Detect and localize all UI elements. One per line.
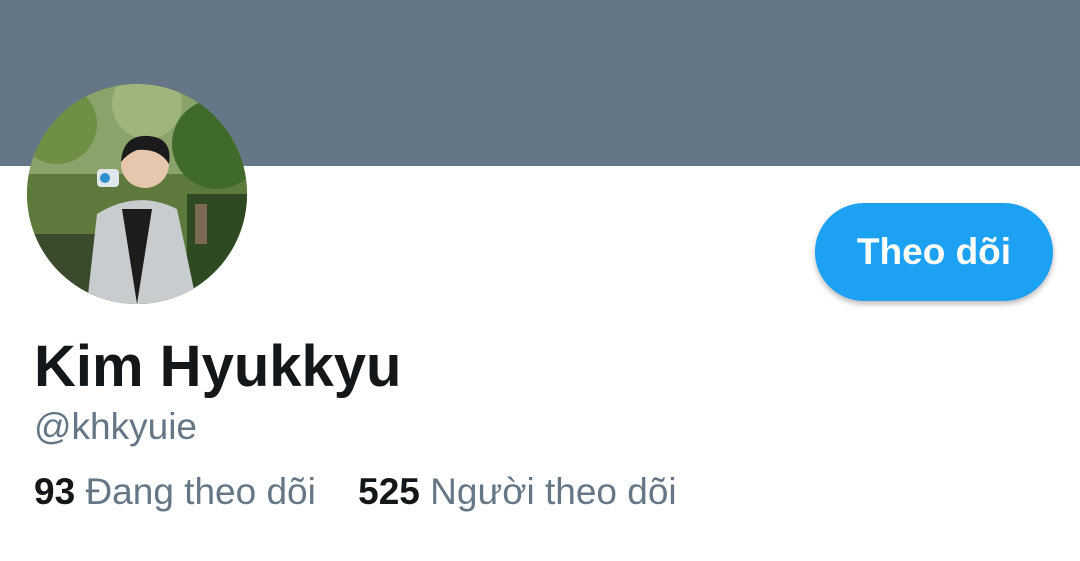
avatar-photo [27, 84, 247, 304]
followers-count: 525 [358, 471, 420, 512]
profile-avatar[interactable] [27, 84, 247, 304]
follow-button[interactable]: Theo dõi [815, 203, 1053, 301]
profile-display-name: Kim Hyukkyu [34, 334, 402, 399]
profile-handle: @khkyuie [34, 406, 198, 447]
profile-stats: 93 Đang theo dõi 525 Người theo dõi [34, 466, 709, 518]
followers-label: Người theo dõi [430, 471, 677, 512]
following-stat[interactable]: 93 Đang theo dõi [34, 466, 316, 518]
following-label: Đang theo dõi [85, 471, 316, 512]
following-count: 93 [34, 471, 76, 512]
followers-stat[interactable]: 525 Người theo dõi [358, 466, 677, 518]
